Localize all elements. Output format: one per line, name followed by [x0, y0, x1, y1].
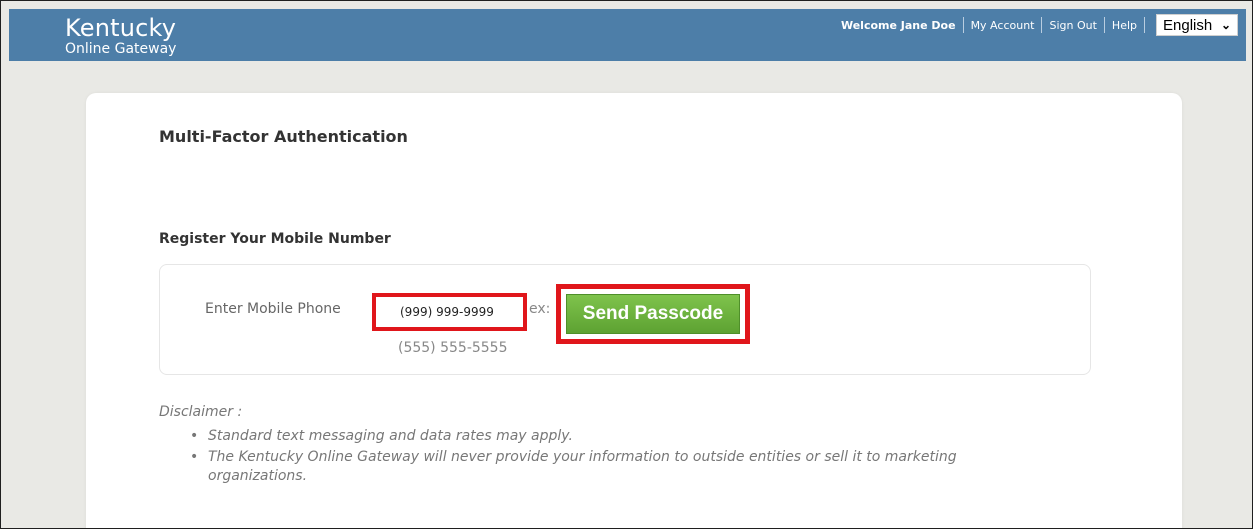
sign-out-link[interactable]: Sign Out — [1049, 19, 1096, 32]
page-title: Multi-Factor Authentication — [159, 127, 408, 146]
language-selected-value: English — [1163, 16, 1213, 34]
bullet-icon: • — [190, 449, 199, 465]
nav-divider — [1041, 17, 1043, 33]
help-link[interactable]: Help — [1112, 19, 1137, 32]
user-nav: Welcome Jane Doe My Account Sign Out Hel… — [841, 13, 1238, 37]
welcome-text: Welcome Jane Doe — [840, 18, 956, 32]
nav-divider — [1103, 17, 1105, 33]
header-bar: Kentucky Online Gateway Welcome Jane Doe… — [9, 9, 1246, 61]
section-title: Register Your Mobile Number — [159, 231, 391, 247]
phone-input-highlight — [372, 293, 527, 331]
send-passcode-button[interactable]: Send Passcode — [566, 294, 740, 334]
nav-divider — [962, 17, 964, 33]
language-select[interactable]: English ⌄ — [1156, 14, 1238, 36]
phone-panel: Enter Mobile Phone ex: (555) 555-5555 Se… — [159, 264, 1091, 375]
disclaimer: Disclaimer : • Standard text messaging an… — [159, 404, 1019, 488]
send-button-highlight: Send Passcode — [556, 284, 750, 344]
brand-subtitle: Online Gateway — [65, 41, 177, 57]
chevron-down-icon: ⌄ — [1220, 18, 1231, 32]
page-frame: Kentucky Online Gateway Welcome Jane Doe… — [0, 0, 1253, 529]
mobile-phone-input[interactable] — [376, 297, 523, 327]
bullet-icon: • — [190, 428, 199, 444]
disclaimer-title: Disclaimer : — [159, 404, 243, 420]
nav-divider — [1144, 17, 1145, 33]
list-item: • The Kentucky Online Gateway will never … — [190, 448, 1019, 486]
example-number: (555) 555-5555 — [398, 340, 508, 356]
list-item: • Standard text messaging and data rates … — [190, 427, 1019, 446]
phone-label: Enter Mobile Phone — [205, 301, 341, 317]
my-account-link[interactable]: My Account — [971, 19, 1035, 32]
brand-title: Kentucky — [65, 14, 177, 42]
disclaimer-item-text: Standard text messaging and data rates m… — [208, 428, 573, 444]
disclaimer-list: • Standard text messaging and data rates … — [159, 427, 1019, 486]
mfa-card: Multi-Factor Authentication Register You… — [86, 93, 1182, 528]
example-prefix: ex: — [529, 301, 551, 317]
disclaimer-item-text: The Kentucky Online Gateway will never p… — [208, 449, 957, 484]
site-logo[interactable]: Kentucky Online Gateway — [65, 15, 176, 57]
